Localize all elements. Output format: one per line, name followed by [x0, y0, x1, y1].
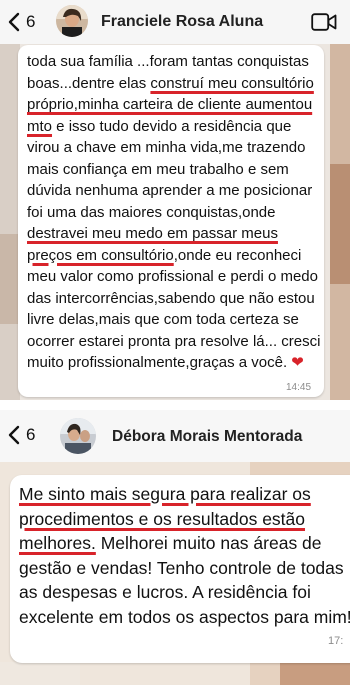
- chevron-left-icon: [8, 425, 20, 445]
- message-timestamp: 14:45: [286, 382, 312, 393]
- chat-background-2: Me sinto mais segura para realizar os pr…: [0, 462, 350, 685]
- unread-count: 6: [26, 425, 36, 444]
- video-camera-icon[interactable]: [311, 13, 337, 31]
- avatar[interactable]: [56, 5, 88, 37]
- message-text: toda sua família ...foram tantas conquis…: [27, 53, 321, 371]
- chat-header-1: 6 Franciele Rosa Aluna: [0, 0, 350, 44]
- chat-background-1: toda sua família ...foram tantas conquis…: [0, 44, 350, 400]
- contact-name[interactable]: Franciele Rosa Aluna: [101, 13, 263, 31]
- chat-header-2: 6 Débora Morais Mentorada: [0, 410, 350, 462]
- screenshot-divider: [0, 400, 350, 410]
- message-text: Me sinto mais segura para realizar os pr…: [19, 484, 350, 627]
- message-bubble[interactable]: toda sua família ...foram tantas conquis…: [18, 45, 324, 397]
- message-bubble[interactable]: Me sinto mais segura para realizar os pr…: [10, 475, 350, 663]
- heart-emoji: ❤: [291, 354, 304, 371]
- unread-count: 6: [26, 12, 36, 31]
- avatar[interactable]: [60, 418, 96, 454]
- chevron-left-icon: [8, 12, 20, 32]
- back-button-1[interactable]: 6: [8, 12, 35, 32]
- message-timestamp: 17:: [328, 635, 344, 647]
- contact-name[interactable]: Débora Morais Mentorada: [112, 428, 302, 446]
- back-button-2[interactable]: 6: [8, 425, 35, 445]
